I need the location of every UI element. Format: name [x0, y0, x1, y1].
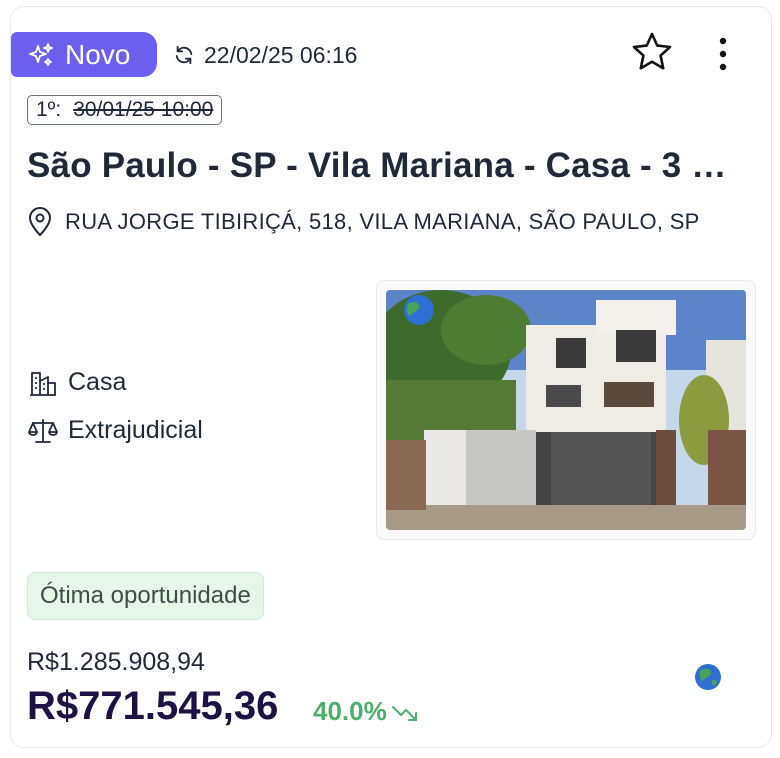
new-badge-label: Novo — [65, 38, 131, 70]
location-pin-icon — [28, 207, 52, 237]
refresh-icon — [175, 45, 193, 65]
property-type: Casa — [28, 368, 126, 397]
auction-round-date: 30/01/25 10:00 — [73, 98, 214, 121]
building-icon — [30, 371, 56, 396]
discount-percent: 40.0% — [313, 696, 387, 726]
sale-type-label: Extrajudicial — [68, 416, 203, 444]
address: RUA JORGE TIBIRIÇÁ, 518, VILA MARIANA, S… — [27, 207, 700, 237]
trend-down-icon — [391, 705, 417, 721]
scale-icon — [28, 418, 58, 443]
updated-timestamp: 22/02/25 06:16 — [173, 38, 357, 72]
property-photo[interactable] — [376, 280, 756, 540]
sale-type: Extrajudicial — [28, 416, 203, 445]
favorite-star-icon[interactable] — [630, 30, 674, 74]
opportunity-tag: Ótima oportunidade — [27, 572, 264, 620]
more-options-icon[interactable] — [710, 34, 736, 74]
globe-icon — [695, 664, 721, 690]
appraised-value: R$1.285.908,94 — [27, 648, 205, 676]
updated-time-text: 22/02/25 06:16 — [204, 41, 358, 68]
discount: 40.0% — [313, 696, 419, 727]
first-auction-date: 1º: 30/01/25 10:00 — [27, 95, 223, 125]
sparkles-icon — [29, 42, 53, 66]
new-badge: Novo — [11, 32, 157, 77]
current-price: R$771.545,36 — [27, 684, 279, 728]
auction-round-label: 1º: — [36, 98, 62, 121]
property-type-label: Casa — [68, 368, 127, 396]
address-text: RUA JORGE TIBIRIÇÁ, 518, VILA MARIANA, S… — [65, 209, 700, 234]
listing-title[interactable]: São Paulo - SP - Vila Mariana - Casa - 3… — [27, 146, 747, 186]
property-image — [386, 290, 746, 530]
